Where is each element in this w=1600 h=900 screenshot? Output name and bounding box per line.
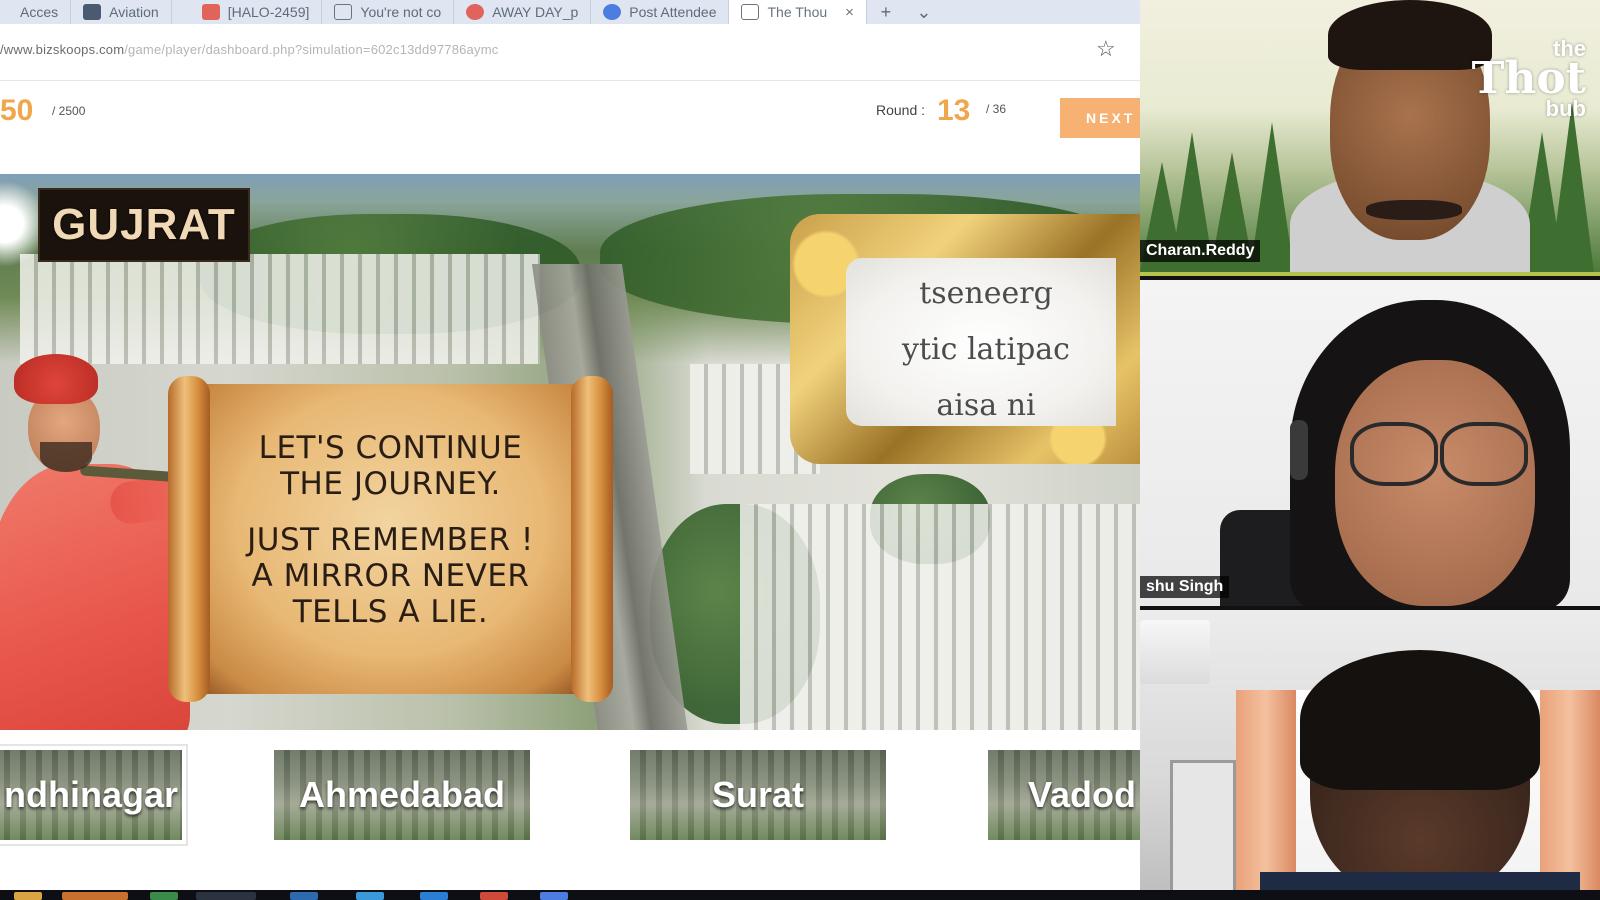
character-turban (14, 354, 98, 404)
participant-shirt (1260, 872, 1580, 890)
scroll-roll-left (168, 376, 210, 702)
game-status-bar: 50 / 2500 Round : 13 / 36 NEXT (0, 82, 1140, 174)
scroll-line: TELLS A LIE. (292, 594, 489, 630)
building-block (740, 504, 1140, 730)
tab-label: The Thou (767, 4, 828, 20)
score-max: / 2500 (52, 104, 86, 118)
round-value: 13 (937, 94, 971, 127)
page-icon (741, 4, 760, 20)
tab-halo[interactable]: [HALO-2459] (172, 0, 323, 24)
tab-not-connected[interactable]: You're not co (322, 0, 455, 24)
city-option-surat[interactable]: Surat (630, 750, 886, 840)
participant-tile-third[interactable] (1140, 610, 1600, 890)
scroll-line: A MIRROR NEVER (251, 558, 530, 594)
taskbar-app-icon[interactable] (290, 892, 318, 900)
scroll-roll-right (571, 376, 613, 702)
tab-acces[interactable]: Acces (0, 0, 72, 24)
taskbar-app-icon[interactable] (480, 892, 508, 900)
city-option-gandhinagar[interactable]: ndhinagar (0, 744, 188, 846)
drive-icon (466, 4, 485, 20)
tab-post-attendee[interactable]: Post Attendee (591, 0, 730, 24)
tab-label: Aviation (109, 4, 159, 20)
building-block (20, 254, 540, 364)
glasses-icon (1350, 422, 1438, 486)
scroll-line: JUST REMEMBER ! (247, 522, 534, 558)
game-scene: GUJRAT LET'S CONTINUE THE JOURNEY. JUST … (0, 174, 1140, 730)
app-icon (83, 4, 102, 20)
tab-label: AWAY DAY_p (492, 4, 579, 20)
city-label: ndhinagar (3, 774, 178, 815)
url-host: /www.bizskoops.com (0, 42, 125, 57)
participant-name: shu Singh (1140, 576, 1230, 598)
scroll-message: LET'S CONTINUE THE JOURNEY. JUST REMEMBE… (208, 430, 573, 630)
character-beard (40, 442, 92, 472)
mirror-line: aisa ni (936, 388, 1036, 423)
taskbar-app-icon[interactable] (62, 892, 128, 900)
new-tab-button[interactable]: + (867, 0, 905, 24)
participant-tile-singh[interactable]: shu Singh (1140, 280, 1600, 606)
round-label: Round : (876, 102, 926, 118)
tab-label: You're not co (360, 4, 442, 20)
city-option-ahmedabad[interactable]: Ahmedabad (274, 750, 530, 840)
air-conditioner (1140, 620, 1210, 684)
curtain (1540, 690, 1600, 890)
mirror-line: tseneerg (919, 276, 1053, 311)
mirror-line: ytic latipac (902, 332, 1070, 367)
city-options: ndhinagar Ahmedabad Surat Vadod (0, 730, 1140, 890)
address-bar[interactable]: /www.bizskoops.com/game/player/dashboard… (0, 24, 1140, 81)
city-option-vadodara[interactable]: Vadod (988, 750, 1140, 840)
scroll-line: THE JOURNEY. (280, 466, 501, 502)
participant-hair (1300, 650, 1540, 790)
brand-logo-big: Thot (1471, 53, 1586, 104)
shared-browser-window: Acces Aviation [HALO-2459] You're not co… (0, 0, 1140, 890)
close-icon[interactable]: × (845, 4, 854, 21)
city-label: Ahmedabad (298, 774, 506, 815)
bookmark-star-icon[interactable]: ☆ (1096, 36, 1116, 62)
tab-away-day[interactable]: AWAY DAY_p (454, 0, 592, 24)
url-text[interactable]: /www.bizskoops.com/game/player/dashboard… (0, 42, 498, 57)
tree-decor (1550, 102, 1594, 272)
url-path: /game/player/dashboard.php?simulation=60… (124, 42, 499, 57)
city-label: Vadod (1028, 774, 1137, 815)
zoom-icon (603, 4, 622, 20)
brand-logo: the Thot bub (1472, 34, 1586, 124)
lamp-glow (0, 174, 40, 274)
tab-list-chevron-icon[interactable]: ⌄ (905, 0, 943, 24)
curtain (1236, 690, 1296, 890)
tab-the-thought[interactable]: The Thou × (729, 0, 867, 24)
glasses-icon (1440, 422, 1528, 486)
mirror-riddle: tseneerg ytic latipac aisa ni (846, 266, 1126, 434)
browser-tab-bar: Acces Aviation [HALO-2459] You're not co… (0, 0, 1140, 24)
taskbar (0, 890, 1600, 900)
taskbar-app-icon[interactable] (150, 892, 178, 900)
region-title: GUJRAT (52, 200, 236, 249)
tab-label: Acces (20, 4, 59, 20)
taskbar-app-icon[interactable] (540, 892, 568, 900)
city-label: Surat (711, 774, 805, 815)
tab-label: Post Attendee (629, 4, 717, 20)
taskbar-app-icon[interactable] (14, 892, 42, 900)
scroll-gap (208, 502, 573, 522)
participant-name: Charan.Reddy (1140, 240, 1261, 262)
page-icon (334, 4, 353, 20)
jira-icon (201, 4, 220, 20)
taskbar-app-icon[interactable] (356, 892, 384, 900)
score-value: 50 (0, 94, 34, 127)
participant-mustache (1366, 200, 1462, 220)
region-sign: GUJRAT (38, 188, 250, 262)
round-total: / 36 (986, 102, 1007, 116)
taskbar-app-icon[interactable] (196, 892, 256, 900)
participant-tile-charan[interactable]: the Thot bub Charan.Reddy (1140, 0, 1600, 276)
next-button[interactable]: NEXT (1060, 98, 1140, 138)
tab-aviation[interactable]: Aviation (71, 0, 172, 24)
participant-hair (1328, 0, 1492, 70)
taskbar-app-icon[interactable] (420, 892, 448, 900)
wall-frame (1170, 760, 1236, 890)
scroll-line: LET'S CONTINUE (258, 430, 523, 466)
headset-icon (1290, 420, 1308, 480)
parchment-scroll: LET'S CONTINUE THE JOURNEY. JUST REMEMBE… (168, 376, 613, 702)
tab-label: [HALO-2459] (227, 4, 310, 20)
